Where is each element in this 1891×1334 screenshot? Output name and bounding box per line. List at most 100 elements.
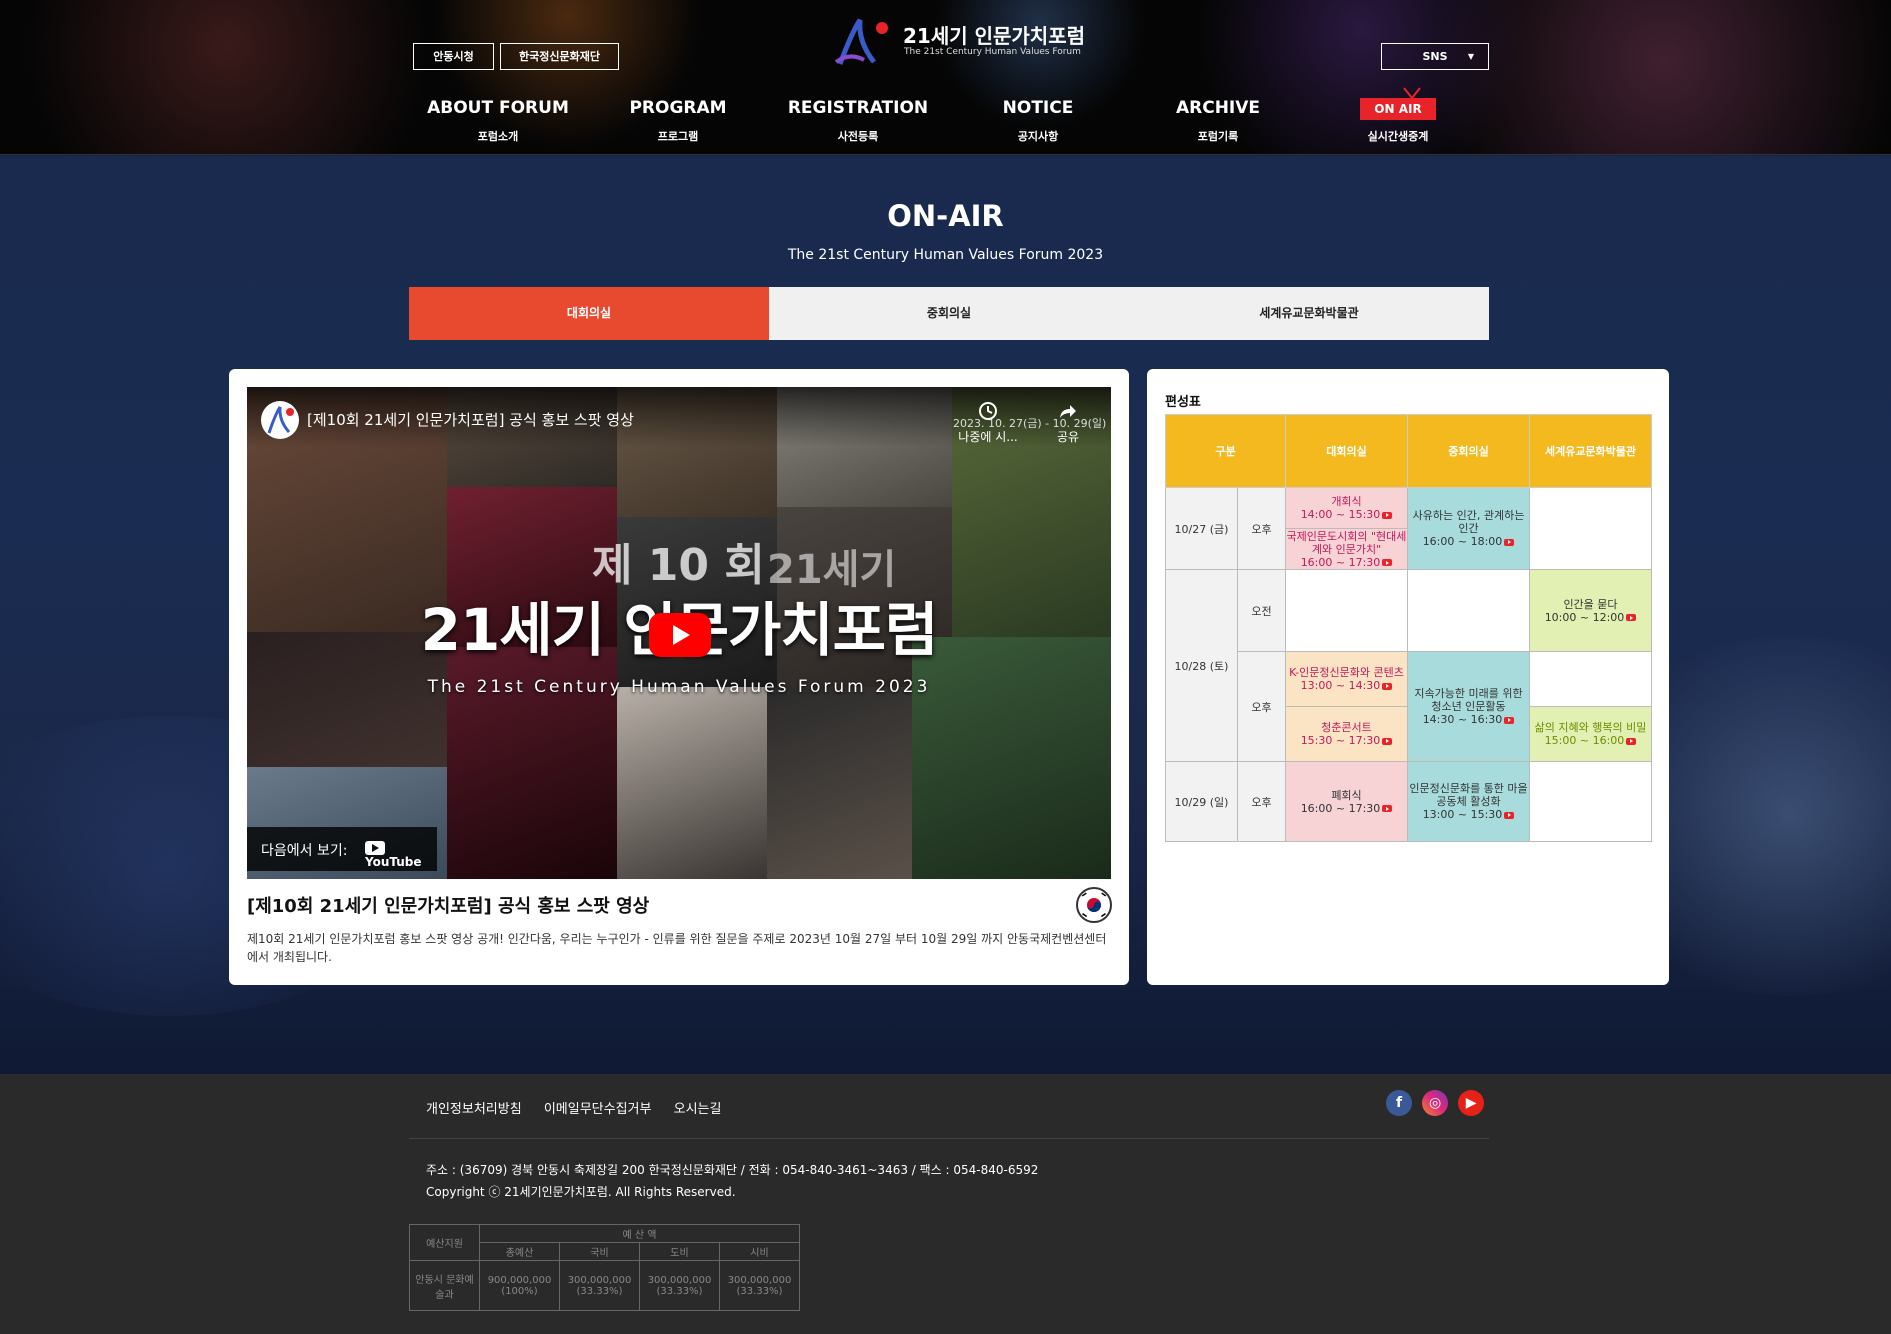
share-button[interactable]: 공유 xyxy=(1043,401,1093,445)
email-refusal-link[interactable]: 이메일무단수집거부 xyxy=(544,1102,652,1117)
event-time: 16:00 ~ 17:30 xyxy=(1300,801,1381,815)
table-header: 중회의실 xyxy=(1407,414,1530,488)
youtube-icon xyxy=(1382,559,1393,566)
nav-label-ko: 포럼기록 xyxy=(1197,130,1239,143)
on-air-label: ON AIR xyxy=(1374,102,1422,116)
budget-col-header: 국비 xyxy=(559,1242,640,1261)
nav-about-forum[interactable]: ABOUT FORUM 포럼소개 xyxy=(408,98,588,144)
budget-amount: 300,000,000 xyxy=(727,1274,792,1286)
korean-flag-icon[interactable] xyxy=(1076,887,1112,923)
event-item[interactable]: 폐회식 16:00 ~ 17:30 xyxy=(1285,761,1408,842)
tab-confucian-museum[interactable]: 세계유교문화박물관 xyxy=(1129,287,1489,340)
room-tabs: 대회의실 중회의실 세계유교문화박물관 xyxy=(409,287,1489,340)
youtube-icon[interactable]: ▶ xyxy=(1458,1090,1485,1116)
empty-cell xyxy=(1285,569,1408,652)
period-cell: 오후 xyxy=(1237,761,1286,842)
watch-on-label: 다음에서 보기: xyxy=(261,843,348,859)
table-row: 안동시 문화예술과 900,000,000 (100%) 300,000,000(… xyxy=(409,1260,800,1311)
event-item[interactable]: 인간을 묻다 10:00 ~ 12:00 xyxy=(1529,569,1652,652)
event-time: 14:30 ~ 16:30 xyxy=(1422,713,1503,726)
youtube-icon xyxy=(1382,511,1393,519)
watch-later-button[interactable]: 나중에 시... xyxy=(953,401,1023,445)
footer-links: 개인정보처리방침 이메일무단수집거부 오시는길 xyxy=(426,1098,739,1117)
youtube-logo: YouTube xyxy=(365,840,437,869)
video-topbar: [제10회 21세기 인문가치포럼] 공식 홍보 스팟 영상 2023. 10.… xyxy=(247,387,1111,447)
directions-link[interactable]: 오시는길 xyxy=(674,1102,722,1117)
play-icon xyxy=(673,625,690,645)
nav-label-en: ABOUT FORUM xyxy=(427,98,569,118)
video-panel: 제 10 회 21세기 21세기 인문가치포럼 The 21st Century… xyxy=(229,369,1129,985)
table-row: 오후 K-인문정신문화와 콘텐츠 13:00 ~ 14:30 청춘콘서트 15:… xyxy=(1166,651,1652,762)
sns-dropdown[interactable]: SNS ▼ xyxy=(1381,43,1489,70)
table-header-row: 구분 대회의실 중회의실 세계유교문화박물관 xyxy=(1165,414,1652,488)
event-time: 13:00 ~ 14:30 xyxy=(1300,679,1381,692)
schedule-heading: 편성표 xyxy=(1165,395,1201,410)
event-item[interactable]: 개회식 14:00 ~ 15:30 xyxy=(1286,488,1407,529)
budget-cell: 300,000,000 (33.33%) xyxy=(639,1260,720,1311)
nav-archive[interactable]: ARCHIVE 포럼기록 xyxy=(1128,98,1308,144)
event-item[interactable]: 지속가능한 미래를 위한 청소년 인문활동 14:30 ~ 16:30 xyxy=(1407,651,1530,762)
nav-label-ko: 사전등록 xyxy=(837,130,879,143)
foundation-link[interactable]: 한국정신문화재단 xyxy=(500,43,619,70)
andong-city-link[interactable]: 안동시청 xyxy=(413,43,494,70)
site-logo[interactable]: 21세기 인문가치포럼 The 21st Century Human Value… xyxy=(830,12,1085,72)
table-row: 10/29 (일) 오후 폐회식 16:00 ~ 17:30 인문정신문화를 통… xyxy=(1165,761,1652,842)
youtube-player[interactable]: 제 10 회 21세기 21세기 인문가치포럼 The 21st Century… xyxy=(247,387,1111,879)
youtube-icon xyxy=(1382,805,1393,812)
tab-main-hall[interactable]: 대회의실 xyxy=(409,287,769,340)
budget-col-header: 총예산 xyxy=(479,1242,560,1261)
youtube-icon xyxy=(1504,538,1515,546)
facebook-icon[interactable]: f xyxy=(1386,1090,1412,1116)
nav-label-ko: 포럼소개 xyxy=(477,130,519,143)
budget-col-header: 도비 xyxy=(639,1242,720,1261)
nav-on-air[interactable]: ON AIR 실시간생중계 xyxy=(1308,87,1488,144)
site-header: 안동시청 한국정신문화재단 21세기 인문가치포럼 The 21st Centu… xyxy=(0,0,1891,155)
event-item[interactable]: 국제인문도시회의 "현대세계와 인문가치" 16:00 ~ 17:30 xyxy=(1286,529,1407,569)
schedule-panel: 편성표 구분 대회의실 중회의실 세계유교문화박물관 10/27 (금) 오후 … xyxy=(1147,369,1669,985)
nav-label-en: ARCHIVE xyxy=(1175,98,1261,118)
event-time: 15:00 ~ 16:00 xyxy=(1544,734,1625,747)
day-cell: 10/28 (토) xyxy=(1165,569,1238,762)
watch-on-youtube-bar[interactable]: 다음에서 보기: YouTube xyxy=(247,827,437,871)
nav-label-en: NOTICE xyxy=(1002,98,1074,118)
event-time: 13:00 ~ 15:30 xyxy=(1422,808,1503,821)
event-item[interactable]: 삶의 지혜와 행복의 비밀 15:00 ~ 16:00 xyxy=(1530,707,1651,761)
table-header: 세계유교문화박물관 xyxy=(1529,414,1652,488)
video-title-overlay[interactable]: [제10회 21세기 인문가치포럼] 공식 홍보 스팟 영상 xyxy=(307,409,634,430)
event-item[interactable]: 청춘콘서트 15:30 ~ 17:30 xyxy=(1286,707,1407,761)
event-name: 청춘콘서트 xyxy=(1321,721,1372,734)
caret-down-icon: ▼ xyxy=(1467,52,1474,61)
budget-support-label: 예산지원 xyxy=(409,1224,480,1261)
youtube-icon xyxy=(1382,737,1393,745)
watch-later-label: 나중에 시... xyxy=(958,430,1018,444)
event-name: 사유하는 인간, 관계하는 인간 xyxy=(1412,509,1525,535)
video-overlay-subtitle: The 21st Century Human Values Forum 2023 xyxy=(427,677,931,697)
budget-amount: 300,000,000 xyxy=(647,1274,712,1286)
privacy-policy-link[interactable]: 개인정보처리방침 xyxy=(426,1102,522,1117)
nav-notice[interactable]: NOTICE 공지사항 xyxy=(948,98,1128,144)
event-item[interactable]: K-인문정신문화와 콘텐츠 13:00 ~ 14:30 xyxy=(1286,652,1407,707)
instagram-icon[interactable]: ◎ xyxy=(1422,1090,1449,1116)
nav-registration[interactable]: REGISTRATION 사전등록 xyxy=(768,98,948,144)
channel-avatar[interactable] xyxy=(261,401,299,439)
event-name: 인간을 묻다 xyxy=(1563,597,1618,611)
event-item[interactable]: 사유하는 인간, 관계하는 인간 16:00 ~ 18:00 xyxy=(1407,487,1530,570)
event-item[interactable]: 인문정신문화를 통한 마을공동체 활성화 13:00 ~ 15:30 xyxy=(1407,761,1530,842)
table-row: 예산지원 예 산 액 xyxy=(409,1224,800,1261)
footer-sns: f ◎ ▶ xyxy=(1381,1090,1485,1116)
play-button[interactable] xyxy=(649,613,711,657)
event-name: 폐회식 xyxy=(1331,788,1362,802)
table-row: 10/28 (토) 오전 인간을 묻다 10:00 ~ 12:00 xyxy=(1165,569,1652,762)
tab-mid-hall[interactable]: 중회의실 xyxy=(769,287,1129,340)
budget-ratio: (33.33%) xyxy=(656,1285,703,1297)
nav-program[interactable]: PROGRAM 프로그램 xyxy=(588,98,768,144)
event-time: 10:00 ~ 12:00 xyxy=(1544,610,1625,624)
budget-ratio: (100%) xyxy=(501,1285,538,1297)
footer-divider xyxy=(409,1138,1489,1139)
youtube-label: YouTube xyxy=(365,854,422,869)
empty-cell xyxy=(1407,569,1530,652)
event-name: 삶의 지혜와 행복의 비밀 xyxy=(1534,721,1647,734)
video-thumbnail-tile xyxy=(767,687,912,879)
nav-label-en: PROGRAM xyxy=(629,98,727,118)
forum-logo-icon xyxy=(834,18,888,65)
